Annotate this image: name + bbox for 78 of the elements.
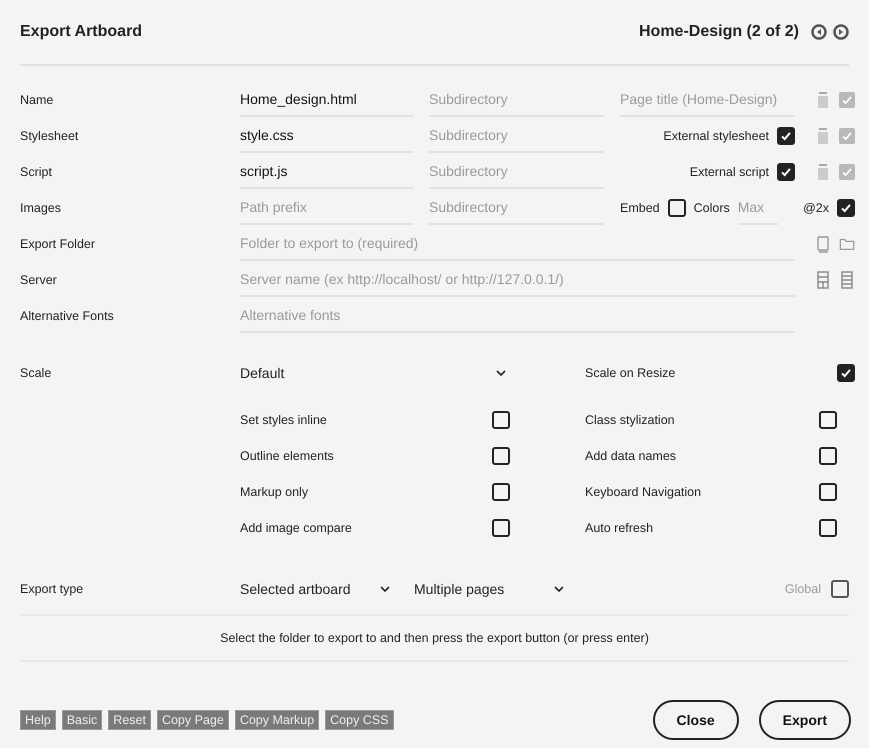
file-field[interactable]: script.js <box>240 155 413 189</box>
field-label: Alternative Fonts <box>20 308 115 325</box>
checkbox[interactable] <box>777 163 795 181</box>
file-icon <box>815 163 831 181</box>
field-label: Export Folder <box>20 236 96 253</box>
checkbox[interactable] <box>819 411 837 429</box>
checkbox[interactable] <box>492 411 510 429</box>
text-field[interactable]: Alternative fonts <box>240 299 795 333</box>
file-field[interactable]: Home_design.html <box>240 83 413 117</box>
hint-text: Select the folder to export to and then press the export button (or press enter) <box>220 631 649 645</box>
document-icon[interactable] <box>815 235 831 253</box>
server-icon[interactable] <box>839 271 855 289</box>
checkbox[interactable] <box>492 519 510 537</box>
checkbox[interactable] <box>819 519 837 537</box>
checkbox-label: Embed <box>620 201 660 215</box>
subdirectory-field[interactable]: Subdirectory <box>429 83 604 117</box>
checkbox[interactable] <box>839 92 855 108</box>
field-label: Colors <box>694 201 730 215</box>
subdirectory-field[interactable]: Subdirectory <box>429 155 604 189</box>
page-title-field[interactable]: Page title (Home-Design) <box>620 83 795 117</box>
checkbox-label: Add image compare <box>240 521 352 535</box>
text-field[interactable]: Server name (ex http://localhost/ or http://127.0.0.1/) <box>240 263 795 297</box>
checkbox-label: External stylesheet <box>663 129 769 143</box>
pages-dropdown[interactable]: Multiple pages <box>414 581 568 597</box>
scale-dropdown[interactable]: Default <box>240 365 510 381</box>
tool-button[interactable]: Basic <box>62 710 102 730</box>
next-icon[interactable] <box>833 24 849 40</box>
chevron-icon <box>380 586 390 592</box>
tool-button[interactable]: Copy CSS <box>325 710 394 730</box>
checkbox[interactable] <box>839 128 855 144</box>
file-icon <box>815 91 831 109</box>
checkbox-label: @2x <box>803 201 829 215</box>
field-label: Server <box>20 272 58 289</box>
checkbox-label: Add data names <box>585 449 676 463</box>
export-button[interactable]: Export <box>758 700 851 740</box>
tool-button[interactable]: Help <box>20 710 56 730</box>
checkbox-label: Outline elements <box>240 449 334 463</box>
tool-button[interactable]: Reset <box>108 710 151 730</box>
tool-button[interactable]: Copy Markup <box>234 710 320 730</box>
field-label: Images <box>20 200 62 217</box>
checkbox[interactable] <box>668 199 686 217</box>
checkbox[interactable] <box>837 364 855 382</box>
close-button[interactable]: Close <box>652 700 739 740</box>
file-field[interactable]: Path prefix <box>240 191 413 225</box>
field-label: Stylesheet <box>20 128 80 145</box>
checkbox[interactable] <box>837 199 855 217</box>
chevron-icon <box>496 370 506 376</box>
checkbox-label: Set styles inline <box>240 413 327 427</box>
field-label: Export type <box>20 581 84 598</box>
checkbox[interactable] <box>492 483 510 501</box>
text-field[interactable]: Folder to export to (required) <box>240 227 795 261</box>
colors-field[interactable]: Max <box>738 191 778 225</box>
export-dropdown[interactable]: Selected artboard <box>240 581 394 597</box>
subdirectory-field[interactable]: Subdirectory <box>429 119 604 153</box>
dialog-title: Export Artboard <box>20 23 144 41</box>
file-field[interactable]: style.css <box>240 119 413 153</box>
checkbox-label: Global <box>784 582 821 596</box>
file-icon <box>815 127 831 145</box>
artboard-title: Home-Design (2 of 2) <box>638 23 799 41</box>
checkbox[interactable] <box>839 164 855 180</box>
field-label: Script <box>20 164 53 181</box>
checkbox-label: Keyboard Navigation <box>585 485 702 499</box>
subdirectory-field[interactable]: Subdirectory <box>429 191 604 225</box>
field-label: Scale <box>20 365 52 382</box>
checkbox[interactable] <box>819 447 837 465</box>
checkbox-label: Scale on Resize <box>585 366 676 380</box>
chevron-icon <box>554 586 564 592</box>
checkbox[interactable] <box>492 447 510 465</box>
server-icon[interactable] <box>815 271 831 289</box>
checkbox[interactable] <box>819 483 837 501</box>
previous-icon[interactable] <box>811 24 827 40</box>
field-label: Name <box>20 92 54 109</box>
checkbox-label: Class stylization <box>585 413 675 427</box>
checkbox[interactable] <box>777 127 795 145</box>
checkbox-label: Auto refresh <box>585 521 654 535</box>
tool-button[interactable]: Copy Page <box>156 710 229 730</box>
checkbox-label: Markup only <box>240 485 308 499</box>
checkbox-label: External script <box>690 165 769 179</box>
